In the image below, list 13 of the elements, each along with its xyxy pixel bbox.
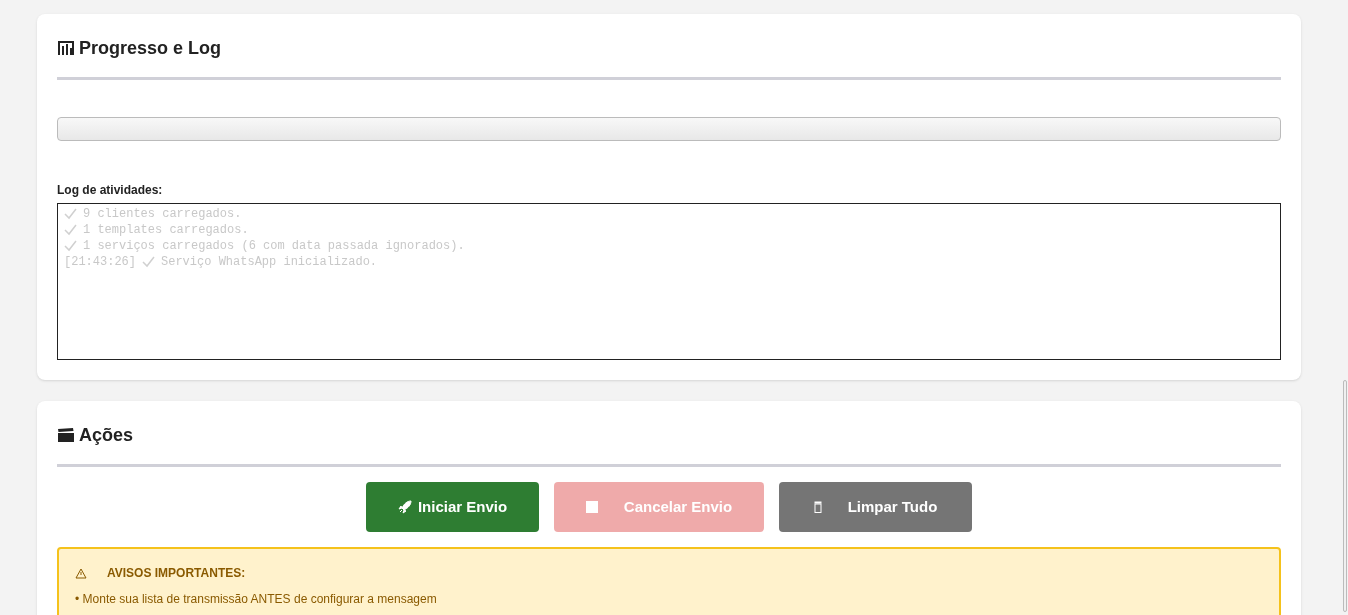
warning-title: AVISOS IMPORTANTES: — [107, 565, 246, 581]
rocket-icon — [397, 500, 412, 514]
clapperboard-icon — [57, 427, 75, 443]
trash-icon — [813, 501, 822, 513]
warning-item: • Monte sua lista de transmissão ANTES de configurar a mensagem — [75, 591, 438, 607]
log-label: Log de atividades: — [57, 182, 164, 198]
stop-icon — [585, 501, 598, 513]
panel-title: Ações — [79, 424, 134, 447]
warning-icon — [75, 567, 87, 579]
action-button[interactable]: Limpar Tudo — [779, 482, 972, 532]
action-button[interactable]: Iniciar Envio — [366, 482, 539, 532]
bar-chart-icon — [57, 40, 75, 56]
panel-title: Progresso e Log — [79, 37, 222, 60]
